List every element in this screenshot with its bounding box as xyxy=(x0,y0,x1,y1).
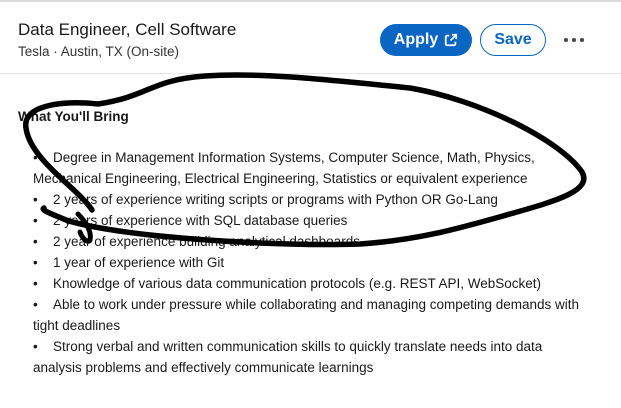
list-item-text: 2 year of experience building analytical… xyxy=(53,234,360,249)
list-item-text: 2 years of experience with SQL database … xyxy=(53,213,348,228)
apply-button[interactable]: Apply xyxy=(380,24,472,56)
list-item: • Knowledge of various data communication… xyxy=(33,273,593,294)
list-item: • 1 year of experience with Git xyxy=(33,252,593,273)
list-item: • 2 year of experience building analytica… xyxy=(33,231,593,252)
bullet-icon: • xyxy=(33,192,38,207)
list-item-text: 1 year of experience with Git xyxy=(53,255,225,270)
save-button[interactable]: Save xyxy=(480,24,546,56)
requirements-list: • Degree in Management Information System… xyxy=(33,147,593,378)
bullet-icon: • xyxy=(33,255,38,270)
bullet-icon: • xyxy=(33,339,38,354)
list-item: • 2 years of experience with SQL database… xyxy=(33,210,593,231)
list-item-text: Degree in Management Information Systems… xyxy=(33,150,535,186)
job-subtitle: Tesla · Austin, TX (On-site) xyxy=(18,44,180,59)
external-link-icon xyxy=(444,33,458,47)
list-item: • Strong verbal and written communication… xyxy=(33,336,593,378)
more-options-icon xyxy=(564,38,568,42)
bullet-icon: • xyxy=(33,213,38,228)
section-heading: What You'll Bring xyxy=(18,109,129,124)
list-item-text: Knowledge of various data communication … xyxy=(53,276,541,291)
bullet-icon: • xyxy=(33,276,38,291)
job-header: Data Engineer, Cell Software Tesla · Aus… xyxy=(0,2,621,74)
apply-button-label: Apply xyxy=(393,31,439,48)
more-options-dot xyxy=(580,38,584,42)
list-item: • Degree in Management Information System… xyxy=(33,147,593,189)
bullet-icon: • xyxy=(33,150,38,165)
list-item: • 2 years of experience writing scripts o… xyxy=(33,189,593,210)
list-item: • Able to work under pressure while colla… xyxy=(33,294,593,336)
bullet-icon: • xyxy=(33,234,38,249)
job-title: Data Engineer, Cell Software xyxy=(18,20,237,39)
list-item-text: Strong verbal and written communication … xyxy=(33,339,543,375)
list-item-text: 2 years of experience writing scripts or… xyxy=(53,192,498,207)
bullet-icon: • xyxy=(33,297,38,312)
list-item-text: Able to work under pressure while collab… xyxy=(33,297,580,333)
more-options-dot xyxy=(572,38,576,42)
more-options-button[interactable] xyxy=(556,26,592,54)
